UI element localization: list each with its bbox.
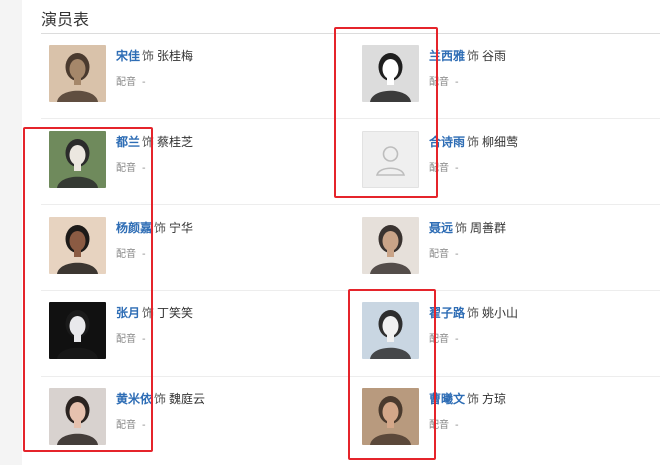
actor-photo[interactable] [362, 217, 419, 274]
left-gutter [0, 0, 22, 465]
role-name: 宁华 [169, 221, 194, 235]
dub-value: - [142, 77, 146, 88]
cast-name-line: 聂远饰周善群 [429, 219, 506, 236]
actor-name-link[interactable]: 宋佳 [116, 49, 140, 63]
cast-name-line: 兰西雅饰谷雨 [429, 47, 506, 64]
as-label: 饰 [455, 221, 468, 235]
role-name: 蔡桂芝 [157, 135, 194, 149]
cast-name-line: 曹曦文饰方琼 [429, 390, 506, 407]
as-label: 饰 [142, 49, 155, 63]
dub-value: - [455, 77, 459, 88]
as-label: 饰 [467, 306, 480, 320]
annotation-box-left [23, 127, 153, 452]
section-title: 演员表 [41, 10, 90, 29]
annotation-box-bottom-right [348, 289, 436, 460]
role-name: 张桂梅 [157, 49, 194, 63]
dub-value: - [455, 334, 459, 345]
dub-label: 配音 [429, 249, 449, 260]
dub-label: 配音 [116, 77, 136, 88]
as-label: 饰 [467, 49, 480, 63]
portrait-image [49, 45, 106, 102]
portrait-image [362, 217, 419, 274]
actor-photo[interactable] [49, 45, 106, 102]
cast-name-line: 宋佳饰张桂梅 [116, 47, 193, 64]
as-label: 饰 [467, 392, 480, 406]
role-name: 方琼 [482, 392, 507, 406]
cast-name-line: 翟子路饰姚小山 [429, 304, 518, 321]
role-name: 姚小山 [482, 306, 519, 320]
role-name: 周善群 [470, 221, 507, 235]
role-name: 丁笑笑 [157, 306, 194, 320]
role-name: 魏庭云 [169, 392, 206, 406]
as-label: 饰 [154, 392, 167, 406]
dub-line: 配音 - [429, 245, 459, 260]
annotation-box-top-right [334, 27, 438, 198]
dub-value: - [455, 420, 459, 431]
dub-value: - [455, 249, 459, 260]
as-label: 饰 [467, 135, 480, 149]
as-label: 饰 [154, 221, 167, 235]
role-name: 谷雨 [482, 49, 507, 63]
dub-line: 配音 - [116, 73, 146, 88]
actor-name-link[interactable]: 聂远 [429, 221, 453, 235]
cast-name-line: 合诗雨饰柳细莺 [429, 133, 518, 150]
dub-value: - [455, 163, 459, 174]
role-name: 柳细莺 [482, 135, 519, 149]
